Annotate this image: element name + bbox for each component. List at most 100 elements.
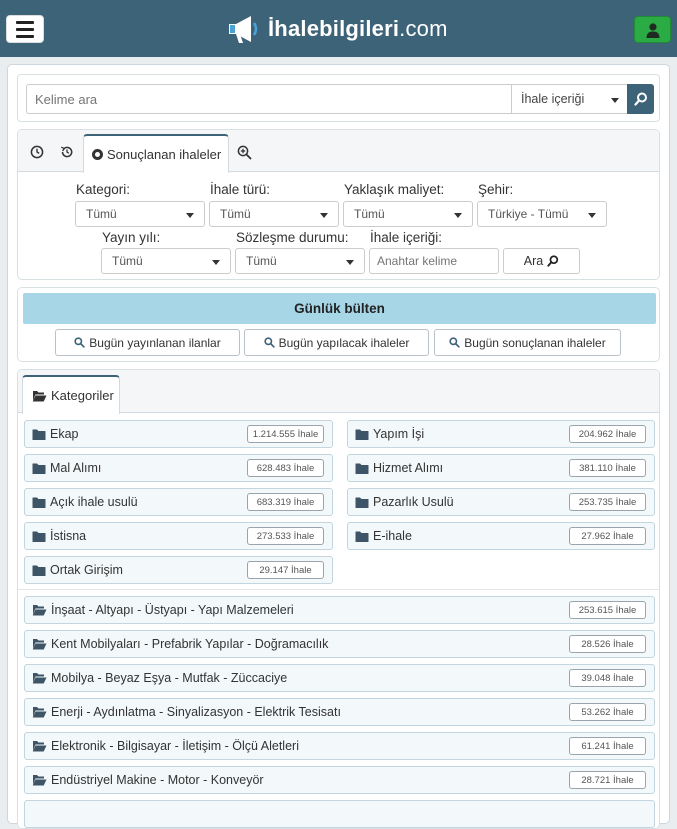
ihale-turu-select[interactable]: Tümü bbox=[209, 201, 339, 227]
ara-button[interactable]: Ara bbox=[503, 248, 580, 274]
category-label: Ekap bbox=[50, 427, 79, 441]
tab-sonuclanan-label: Sonuçlanan ihaleler bbox=[107, 147, 222, 162]
category-label: Yapım İşi bbox=[373, 427, 425, 441]
tab-kategoriler-label: Kategoriler bbox=[51, 388, 114, 403]
sector-label: Mobilya - Beyaz Eşya - Mutfak - Züccaciy… bbox=[51, 671, 288, 685]
category-mal-alimi[interactable]: Mal Alımı 628.483 İhale bbox=[24, 454, 333, 482]
caret-down-icon bbox=[346, 260, 354, 265]
sector-kent-mobilyalari[interactable]: Kent Mobilyaları - Prefabrik Yapılar - D… bbox=[24, 630, 655, 658]
keyword-input[interactable] bbox=[369, 248, 499, 274]
ihale-icerigi-label: İhale içeriği: bbox=[370, 230, 443, 245]
history-icon bbox=[60, 146, 73, 158]
kategoriler-tabbar: Kategoriler bbox=[18, 370, 659, 414]
sector-next-partial[interactable] bbox=[24, 800, 655, 828]
sector-label: İnşaat - Altyapı - Üstyapı - Yapı Malzem… bbox=[51, 603, 294, 617]
sector-label: Elektronik - Bilgisayar - İletişim - Ölç… bbox=[51, 739, 299, 753]
sector-insaat[interactable]: İnşaat - Altyapı - Üstyapı - Yapı Malzem… bbox=[24, 596, 655, 624]
folder-icon bbox=[355, 429, 369, 440]
folder-open-icon bbox=[32, 390, 47, 401]
user-icon bbox=[646, 22, 659, 38]
count-badge: 29.147 İhale bbox=[247, 561, 324, 579]
sector-label: Enerji - Aydınlatma - Sinyalizasyon - El… bbox=[51, 705, 341, 719]
sector-elektronik[interactable]: Elektronik - Bilgisayar - İletişim - Ölç… bbox=[24, 732, 655, 760]
tab-kategoriler[interactable]: Kategoriler bbox=[22, 375, 120, 414]
caret-down-icon bbox=[454, 213, 462, 218]
search-icon bbox=[449, 337, 460, 348]
search-icon bbox=[74, 337, 85, 348]
tab-advanced-search[interactable] bbox=[235, 143, 253, 161]
category-label: Ortak Girişim bbox=[50, 563, 123, 577]
sozlesme-durumu-select[interactable]: Tümü bbox=[235, 248, 365, 274]
user-account-button[interactable] bbox=[634, 16, 671, 43]
zoom-in-icon bbox=[237, 145, 251, 159]
count-badge: 28.526 İhale bbox=[569, 635, 646, 653]
category-pazarlik-usulu[interactable]: Pazarlık Usulü 253.735 İhale bbox=[347, 488, 655, 516]
count-badge: 204.962 İhale bbox=[569, 425, 646, 443]
ihale-turu-value: Tümü bbox=[220, 207, 251, 221]
sehir-value: Türkiye - Tümü bbox=[488, 207, 569, 221]
filter-tabbar: Sonuçlanan ihaleler bbox=[18, 130, 659, 173]
count-badge: 61.241 İhale bbox=[569, 737, 646, 755]
search-input[interactable] bbox=[26, 84, 512, 114]
category-label: Mal Alımı bbox=[50, 461, 102, 475]
sozlesme-durumu-value: Tümü bbox=[246, 254, 277, 268]
bugun-sonuclanan-button[interactable]: Bugün sonuçlanan ihaleler bbox=[434, 329, 621, 356]
category-acik-ihale-usulu[interactable]: Açık ihale usulü 683.319 İhale bbox=[24, 488, 333, 516]
category-ortak-girisim[interactable]: Ortak Girişim 29.147 İhale bbox=[24, 556, 333, 584]
top-navbar: İhalebilgileri.com bbox=[0, 0, 677, 57]
category-yapim-isi[interactable]: Yapım İşi 204.962 İhale bbox=[347, 420, 655, 448]
sector-enerji[interactable]: Enerji - Aydınlatma - Sinyalizasyon - El… bbox=[24, 698, 655, 726]
category-label: Hizmet Alımı bbox=[373, 461, 444, 475]
kategori-select[interactable]: Tümü bbox=[75, 201, 205, 227]
hamburger-icon bbox=[16, 20, 34, 24]
count-badge: 28.721 İhale bbox=[569, 771, 646, 789]
search-icon bbox=[633, 92, 647, 106]
yaklasik-maliyet-value: Tümü bbox=[354, 207, 385, 221]
logo-text-domain: .com bbox=[399, 16, 448, 41]
yayin-yili-select[interactable]: Tümü bbox=[101, 248, 231, 274]
bugun-yayinlanan-button[interactable]: Bugün yayınlanan ilanlar bbox=[55, 329, 240, 356]
count-badge: 381.110 İhale bbox=[569, 459, 646, 477]
yayin-yili-label: Yayın yılı: bbox=[102, 230, 161, 245]
search-scope-value: İhale içeriği bbox=[521, 92, 585, 106]
kategori-value: Tümü bbox=[86, 207, 117, 221]
folder-open-icon bbox=[32, 741, 47, 752]
folder-icon bbox=[32, 565, 46, 576]
folder-icon bbox=[32, 531, 46, 542]
count-badge: 39.048 İhale bbox=[569, 669, 646, 687]
search-submit-button[interactable] bbox=[627, 84, 654, 114]
main-content: İhale içeriği bbox=[7, 64, 670, 829]
megaphone-icon bbox=[229, 16, 258, 43]
folder-open-icon bbox=[32, 605, 47, 616]
category-e-ihale[interactable]: E-ihale 27.962 İhale bbox=[347, 522, 655, 550]
kategori-label: Kategori: bbox=[76, 182, 131, 197]
count-badge: 628.483 İhale bbox=[247, 459, 324, 477]
tab-history[interactable] bbox=[58, 143, 76, 161]
search-scope-select[interactable]: İhale içeriği bbox=[511, 84, 628, 114]
category-ekap[interactable]: Ekap 1.214.555 İhale bbox=[24, 420, 333, 448]
sehir-select[interactable]: Türkiye - Tümü bbox=[477, 201, 607, 227]
tab-sonuclanan-ihaleler[interactable]: Sonuçlanan ihaleler bbox=[83, 134, 229, 173]
site-logo[interactable]: İhalebilgileri.com bbox=[226, 12, 448, 46]
sozlesme-durumu-label: Sözleşme durumu: bbox=[236, 230, 349, 245]
folder-icon bbox=[32, 497, 46, 508]
filter-panel: Sonuçlanan ihaleler Kategori: Tümü İhale… bbox=[17, 129, 660, 280]
bugun-yayinlanan-label: Bugün yayınlanan ilanlar bbox=[89, 335, 221, 350]
tab-recent[interactable] bbox=[28, 143, 46, 161]
count-badge: 273.533 İhale bbox=[247, 527, 324, 545]
count-badge: 253.735 İhale bbox=[569, 493, 646, 511]
folder-icon bbox=[355, 463, 369, 474]
yayin-yili-value: Tümü bbox=[112, 254, 143, 268]
hamburger-menu-button[interactable] bbox=[6, 15, 44, 43]
category-istisna[interactable]: İstisna 273.533 İhale bbox=[24, 522, 333, 550]
sehir-label: Şehir: bbox=[478, 182, 514, 197]
category-hizmet-alimi[interactable]: Hizmet Alımı 381.110 İhale bbox=[347, 454, 655, 482]
sector-endustriyel-makine[interactable]: Endüstriyel Makine - Motor - Konveyör 28… bbox=[24, 766, 655, 794]
sector-mobilya[interactable]: Mobilya - Beyaz Eşya - Mutfak - Züccaciy… bbox=[24, 664, 655, 692]
category-label: İstisna bbox=[50, 529, 87, 543]
caret-down-icon bbox=[186, 213, 194, 218]
yaklasik-maliyet-select[interactable]: Tümü bbox=[343, 201, 473, 227]
bugun-yapilacak-button[interactable]: Bugün yapılacak ihaleler bbox=[244, 329, 429, 356]
caret-down-icon bbox=[320, 213, 328, 218]
caret-down-icon bbox=[588, 213, 596, 218]
